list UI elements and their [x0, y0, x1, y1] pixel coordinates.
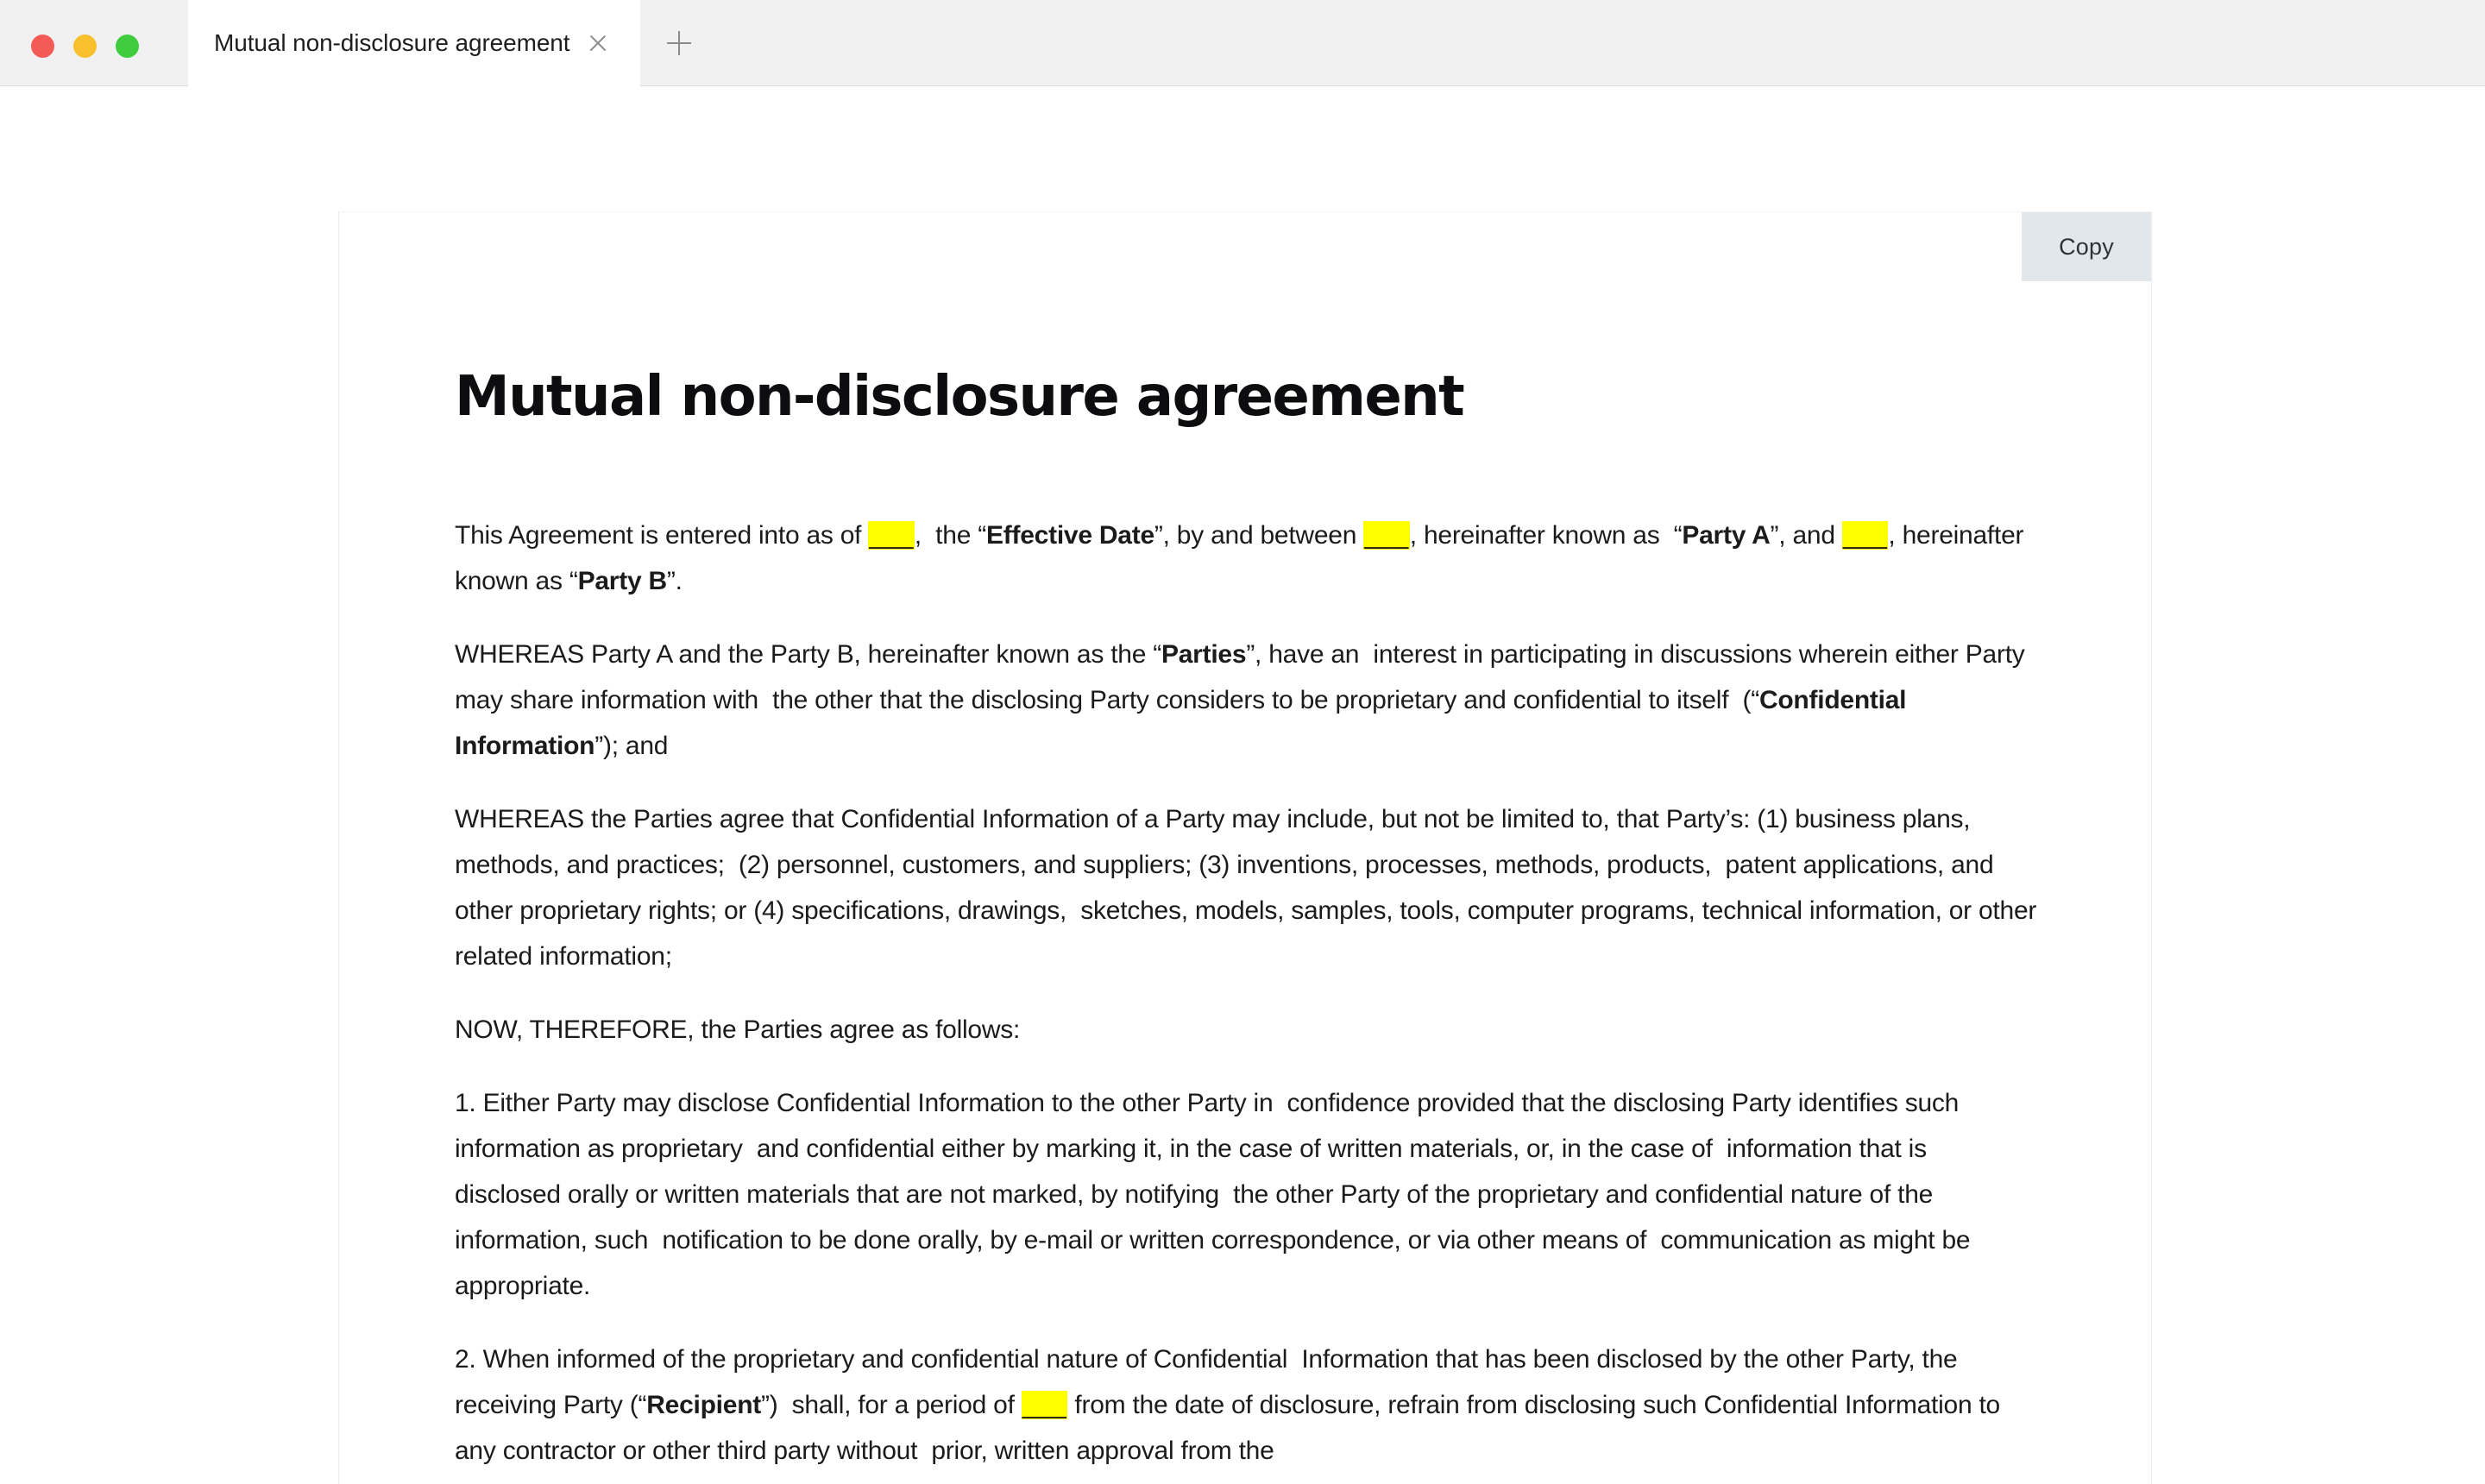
paragraph-clause-1: 1. Either Party may disclose Confidentia…: [455, 1080, 2038, 1309]
text-run: NOW, THEREFORE, the Parties agree as fol…: [455, 1015, 1021, 1044]
browser-tab-title: Mutual non-disclosure agreement: [214, 29, 570, 56]
paragraph-now-therefore: NOW, THEREFORE, the Parties agree as fol…: [455, 1007, 2038, 1053]
text-run: ”.: [666, 566, 683, 595]
blank-fill-highlight: ___: [1021, 1390, 1068, 1419]
paragraph-clause-2: 2. When informed of the proprietary and …: [455, 1336, 2038, 1474]
text-run: ”, by and between: [1154, 520, 1364, 550]
page-title: Mutual non-disclosure agreement: [455, 365, 1465, 429]
paragraph-recitals-intro: This Agreement is entered into as of ___…: [455, 512, 2038, 604]
blank-fill-highlight: ___: [1363, 520, 1410, 550]
window-traffic-lights: [31, 35, 139, 58]
defined-term: Parties: [1161, 639, 1247, 669]
text-run: ”); and: [595, 731, 669, 760]
paragraph-whereas-scope: WHEREAS the Parties agree that Confident…: [455, 796, 2038, 979]
copy-button[interactable]: Copy: [2022, 212, 2151, 281]
window-minimize-button[interactable]: [73, 35, 97, 58]
document-toolbar: Copy: [339, 212, 2151, 281]
text-run: ”, and: [1770, 520, 1842, 550]
defined-term: Recipient: [646, 1390, 762, 1419]
window-maximize-button[interactable]: [116, 35, 139, 58]
document-panel: Copy Mutual non-disclosure agreement Thi…: [338, 211, 2152, 1484]
browser-chrome: Mutual non-disclosure agreement: [0, 0, 2485, 86]
paragraph-whereas-parties: WHEREAS Party A and the Party B, hereina…: [455, 632, 2038, 769]
page-viewport: Copy Mutual non-disclosure agreement Thi…: [0, 86, 2485, 1484]
close-icon[interactable]: [580, 25, 616, 61]
browser-tab-mutual-nda[interactable]: Mutual non-disclosure agreement: [188, 0, 640, 86]
document-body: Mutual non-disclosure agreement This Agr…: [339, 281, 2151, 1474]
text-run: , hereinafter known as “: [1409, 520, 1683, 550]
defined-term: Party B: [577, 566, 668, 595]
text-run: This Agreement is entered into as of: [455, 520, 869, 550]
text-run: WHEREAS Party A and the Party B, hereina…: [455, 639, 1161, 669]
tab-strip: Mutual non-disclosure agreement: [188, 0, 718, 86]
blank-fill-highlight: ___: [1841, 520, 1889, 550]
text-run: , the “: [914, 520, 986, 550]
blank-fill-highlight: ___: [868, 520, 915, 550]
window-close-button[interactable]: [31, 35, 54, 58]
text-run: ”) shall, for a period of: [761, 1390, 1022, 1419]
text-run: 1. Either Party may disclose Confidentia…: [455, 1088, 1978, 1300]
defined-term: Effective Date: [985, 520, 1154, 550]
document-paragraphs: This Agreement is entered into as of ___…: [455, 512, 2039, 1474]
defined-term: Party A: [1682, 520, 1771, 550]
text-run: WHEREAS the Parties agree that Confident…: [455, 804, 2051, 971]
plus-icon[interactable]: [640, 0, 718, 86]
